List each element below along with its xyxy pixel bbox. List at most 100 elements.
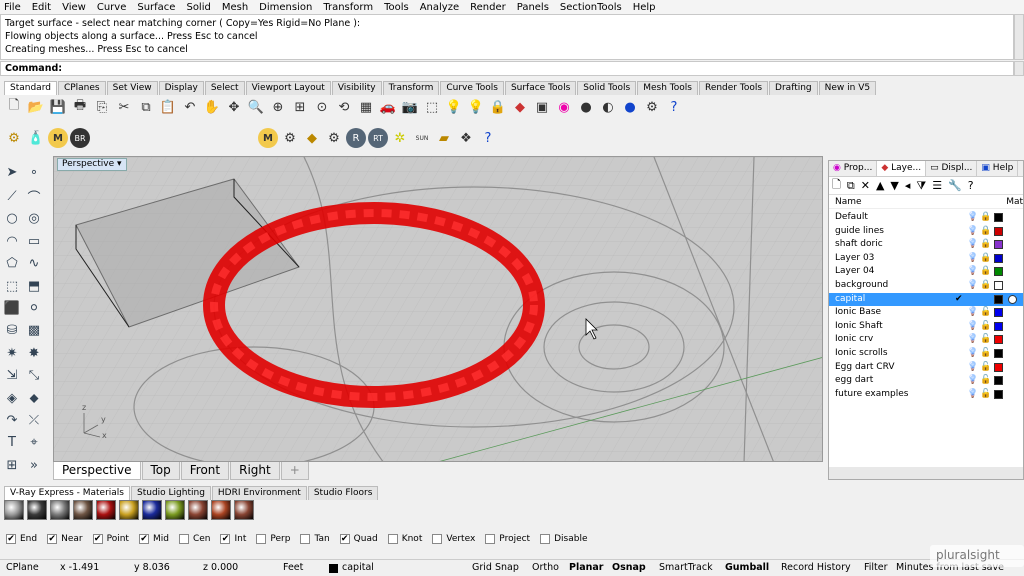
- new-layer-icon[interactable]: 🗋: [832, 176, 841, 195]
- shade-sphere-icon[interactable]: ●: [576, 97, 596, 117]
- tab-select[interactable]: Select: [204, 81, 245, 95]
- layer-row[interactable]: Layer 03 💡 🔒: [829, 252, 1023, 266]
- panel-help-icon[interactable]: ?: [968, 179, 974, 192]
- osnap-tan[interactable]: Tan: [300, 533, 330, 544]
- layer-row[interactable]: Ionic Base 💡 🔓: [829, 306, 1023, 320]
- layer-row[interactable]: background 💡 🔒: [829, 279, 1023, 293]
- boolean-icon[interactable]: ⚪: [24, 298, 44, 318]
- grid-tool-icon[interactable]: ⊞: [2, 455, 22, 475]
- lock-icon[interactable]: 🔒: [980, 238, 991, 251]
- gumball-toggle[interactable]: Gumball: [725, 562, 769, 573]
- select-arrow-icon[interactable]: ➤: [2, 162, 22, 182]
- layer-color-swatch[interactable]: [994, 226, 1003, 236]
- osnap-project[interactable]: Project: [485, 533, 530, 544]
- checkbox-icon[interactable]: [178, 533, 189, 544]
- layer-color-swatch[interactable]: [994, 335, 1003, 345]
- layer-color-swatch[interactable]: [994, 349, 1003, 358]
- visibility-bulb-icon[interactable]: 💡: [967, 361, 978, 374]
- fillet-icon[interactable]: ↷: [2, 410, 22, 430]
- lock-icon[interactable]: 🔒: [980, 279, 991, 292]
- cut-icon[interactable]: ✂: [114, 97, 134, 117]
- copy-icon[interactable]: ⧉: [136, 97, 156, 117]
- options-icon[interactable]: ⚙: [642, 97, 662, 117]
- zoom-icon[interactable]: 🔍: [246, 97, 266, 117]
- menu-item-view[interactable]: View: [62, 2, 86, 13]
- layer-color-swatch[interactable]: [994, 376, 1003, 386]
- menu-item-sectiontools[interactable]: SectionTools: [560, 2, 622, 13]
- material-swatch[interactable]: [4, 500, 24, 520]
- layer-icon[interactable]: ◆: [510, 97, 530, 117]
- smarttrack-toggle[interactable]: SmartTrack: [659, 562, 713, 573]
- checkbox-icon[interactable]: [387, 533, 398, 544]
- tab-display[interactable]: Display: [158, 81, 204, 95]
- checkbox-icon[interactable]: [432, 533, 443, 544]
- car-icon[interactable]: 🚗: [378, 97, 398, 117]
- visibility-bulb-icon[interactable]: 💡: [967, 252, 978, 265]
- visibility-bulb-icon[interactable]: 💡: [967, 238, 978, 251]
- lightbulb-icon[interactable]: 💡: [444, 97, 464, 117]
- layer-color-swatch[interactable]: [994, 389, 1003, 399]
- unlock-icon[interactable]: 🔓: [980, 361, 991, 374]
- zoom-extents-icon[interactable]: ⊞: [290, 97, 310, 117]
- grid-snap-toggle[interactable]: Grid Snap: [472, 562, 519, 573]
- render-sphere-icon[interactable]: ◐: [598, 97, 618, 117]
- group-icon[interactable]: ◈: [2, 388, 22, 408]
- command-scrollbar[interactable]: [1014, 61, 1024, 76]
- history-scrollbar[interactable]: [1014, 14, 1024, 60]
- checkbox-icon[interactable]: ✔: [47, 533, 58, 544]
- tab-mesh-tools[interactable]: Mesh Tools: [637, 81, 698, 95]
- tab-drafting[interactable]: Drafting: [769, 81, 818, 95]
- layer-row[interactable]: shaft doric 💡 🔒: [829, 238, 1023, 252]
- checkbox-icon[interactable]: ✔: [220, 533, 231, 544]
- material-sphere-icon[interactable]: ●: [620, 97, 640, 117]
- point-icon[interactable]: ∘: [24, 162, 44, 182]
- chevron-down-icon[interactable]: ▾: [117, 159, 122, 169]
- rotate-view-icon[interactable]: ⟲: [334, 97, 354, 117]
- filter-icon[interactable]: ⧩: [916, 179, 926, 193]
- visibility-bulb-icon[interactable]: 💡: [967, 306, 978, 319]
- tag-icon[interactable]: ◆: [302, 128, 322, 148]
- material-swatch[interactable]: [234, 500, 254, 520]
- unlock-icon[interactable]: 🔓: [980, 347, 991, 360]
- material-swatch[interactable]: [119, 500, 139, 520]
- visibility-bulb-icon[interactable]: 💡: [967, 279, 978, 292]
- filter-toggle[interactable]: Filter: [864, 562, 888, 573]
- layer-row[interactable]: Default 💡 🔒: [829, 211, 1023, 225]
- layer-color-swatch[interactable]: [994, 267, 1003, 277]
- planar-toggle[interactable]: Planar: [569, 562, 604, 573]
- layer-row[interactable]: Ionic Shaft 💡 🔓: [829, 320, 1023, 334]
- delete-layer-icon[interactable]: ✕: [861, 179, 870, 192]
- layer-color-swatch[interactable]: [994, 240, 1003, 250]
- curve-icon[interactable]: ⌒: [24, 186, 44, 206]
- move-out-icon[interactable]: ◂: [905, 179, 911, 192]
- box-icon[interactable]: ⬛: [2, 298, 22, 318]
- explode-icon[interactable]: ✸: [24, 343, 44, 363]
- freeform-icon[interactable]: ∿: [24, 253, 44, 273]
- layer-row[interactable]: future examples 💡 🔓: [829, 388, 1023, 402]
- import-icon[interactable]: ⎘: [92, 97, 112, 117]
- checkbox-icon[interactable]: [300, 533, 311, 544]
- visibility-bulb-icon[interactable]: 💡: [967, 265, 978, 278]
- unlock-icon[interactable]: 🔓: [980, 388, 991, 401]
- new-sublayer-icon[interactable]: ⧉: [847, 179, 855, 193]
- checkbox-icon[interactable]: [256, 533, 267, 544]
- tab-transform[interactable]: Transform: [382, 81, 440, 95]
- open-file-icon[interactable]: 📂: [26, 97, 46, 117]
- unlock-icon[interactable]: 🔓: [980, 306, 991, 319]
- osnap-mid[interactable]: ✔ Mid: [138, 533, 169, 544]
- unlock-icon[interactable]: 🔓: [980, 374, 991, 387]
- menu-item-mesh[interactable]: Mesh: [222, 2, 248, 13]
- print-icon[interactable]: 🖶: [70, 97, 90, 117]
- ellipse-icon[interactable]: ◎: [24, 208, 44, 228]
- menu-item-dimension[interactable]: Dimension: [259, 2, 312, 13]
- tab-cplanes[interactable]: CPlanes: [57, 81, 106, 95]
- unlock-icon[interactable]: 🔓: [980, 320, 991, 333]
- material-swatch[interactable]: [50, 500, 70, 520]
- lock-icon[interactable]: 🔒: [980, 225, 991, 238]
- menu-item-panels[interactable]: Panels: [517, 2, 549, 13]
- menu-item-tools[interactable]: Tools: [384, 2, 409, 13]
- help-icon[interactable]: ?: [664, 97, 684, 117]
- gear-tool-icon[interactable]: ✷: [2, 343, 22, 363]
- floor-icon[interactable]: ▰: [434, 128, 454, 148]
- menu-item-file[interactable]: File: [4, 2, 21, 13]
